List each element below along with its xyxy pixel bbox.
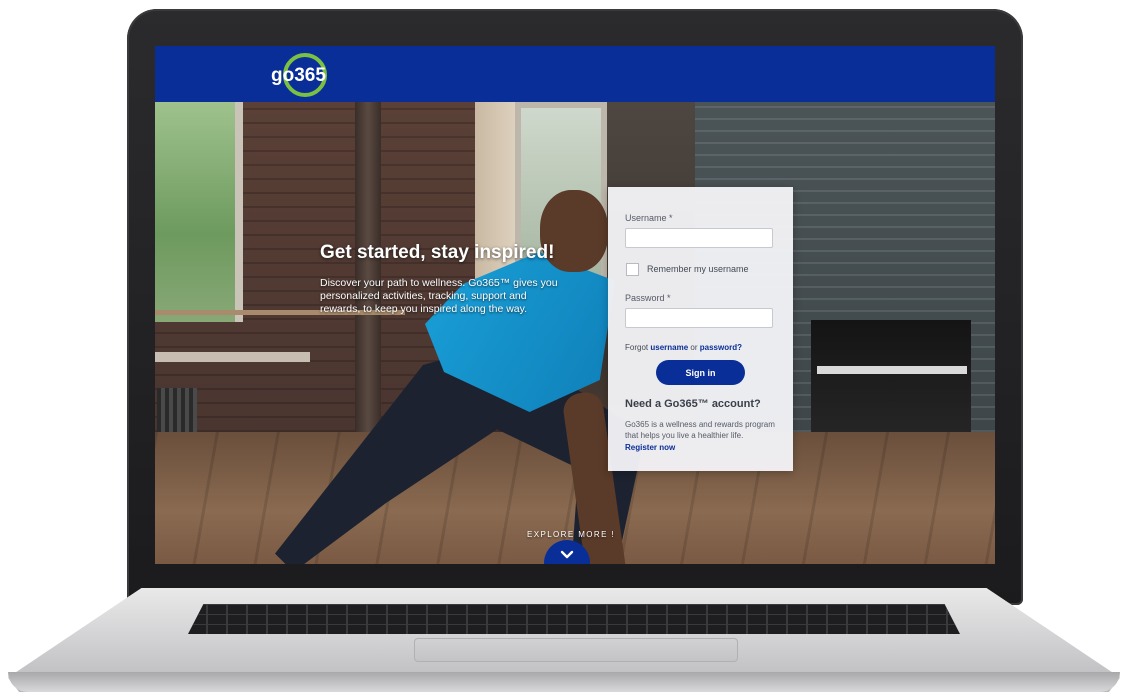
hero-description: Discover your path to wellness. Go365™ g… <box>320 277 558 315</box>
password-label: Password * <box>625 293 671 303</box>
hero-section: Get started, stay inspired! Discover you… <box>155 102 995 564</box>
remember-username-checkbox[interactable] <box>626 263 639 276</box>
laptop-base-edge <box>8 672 1120 692</box>
explore-more-label: EXPLORE MORE ! <box>527 530 616 539</box>
piano-keys <box>817 366 967 374</box>
forgot-prefix: Forgot <box>625 343 649 352</box>
top-navigation-bar: go365 <box>155 46 995 102</box>
window-ledge <box>155 352 310 362</box>
brick-pillar <box>355 102 381 432</box>
forgot-username-link[interactable]: username <box>650 343 688 352</box>
login-card: Username * Remember my username Password… <box>608 187 793 471</box>
chevron-down-icon <box>560 550 574 559</box>
sign-in-button[interactable]: Sign in <box>656 360 745 385</box>
need-account-title: Need a Go365™ account? <box>625 398 761 410</box>
register-now-link[interactable]: Register now <box>625 443 675 452</box>
username-input[interactable] <box>625 228 773 248</box>
laptop-keyboard <box>188 604 960 634</box>
forgot-or: or <box>690 343 698 352</box>
upright-piano <box>811 320 971 438</box>
forgot-credentials: Forgot username or password? <box>625 343 742 352</box>
go365-logo[interactable]: go365 <box>267 50 331 98</box>
laptop-trackpad <box>414 638 738 662</box>
laptop-screen: go365 Get started, stay inspired! Discov… <box>155 46 995 564</box>
forgot-password-link[interactable]: password? <box>700 343 742 352</box>
studio-window <box>155 102 243 322</box>
logo-text: go365 <box>271 65 326 86</box>
need-account-description: Go365 is a wellness and rewards program … <box>625 420 775 440</box>
username-label: Username * <box>625 213 673 223</box>
remember-username-label: Remember my username <box>647 264 749 274</box>
password-input[interactable] <box>625 308 773 328</box>
hero-title: Get started, stay inspired! <box>320 242 555 263</box>
